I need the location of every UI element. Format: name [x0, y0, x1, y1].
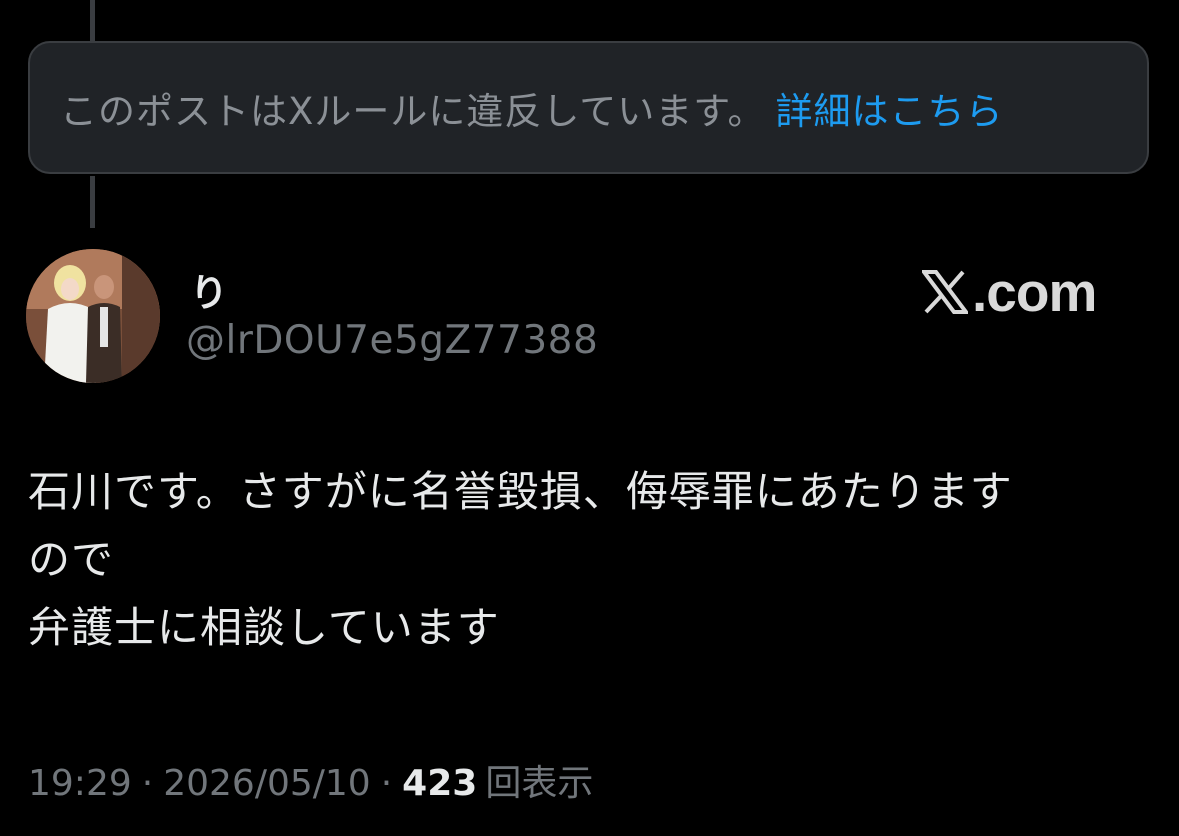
post-metadata: 19:29 · 2026/05/10 · 423 回表示 — [28, 754, 593, 806]
x-logo-icon — [922, 270, 968, 314]
view-count: 423 — [402, 763, 478, 804]
thread-connector — [90, 176, 95, 228]
brand-watermark: .com — [922, 261, 1097, 323]
display-name[interactable]: り — [190, 262, 228, 317]
rule-violation-notice: このポストはXルールに違反しています。 詳細はこちら — [28, 41, 1149, 174]
brand-domain: .com — [972, 261, 1097, 323]
post-text-line: 石川です。さすがに名誉毀損、侮辱罪にあたります — [28, 467, 1013, 516]
avatar-photo — [26, 249, 160, 383]
post-date[interactable]: 2026/05/10 — [163, 763, 371, 804]
meta-separator: · — [141, 763, 154, 804]
post-time[interactable]: 19:29 — [28, 763, 132, 804]
view-count-label: 回表示 — [485, 763, 594, 804]
notice-message: このポストはXルールに違反しています。 — [60, 89, 766, 133]
learn-more-link[interactable]: 詳細はこちら — [776, 81, 1004, 135]
post-text: 石川です。さすがに名誉毀損、侮辱罪にあたります ので 弁護士に相談しています — [28, 458, 1148, 662]
post-text-line: ので — [28, 535, 115, 584]
user-handle[interactable]: @lrDOU7e5gZ77388 — [186, 318, 598, 363]
meta-separator: · — [380, 763, 393, 804]
avatar[interactable] — [26, 249, 160, 383]
post-text-line: 弁護士に相談しています — [28, 603, 500, 652]
thread-connector-top — [90, 0, 95, 42]
